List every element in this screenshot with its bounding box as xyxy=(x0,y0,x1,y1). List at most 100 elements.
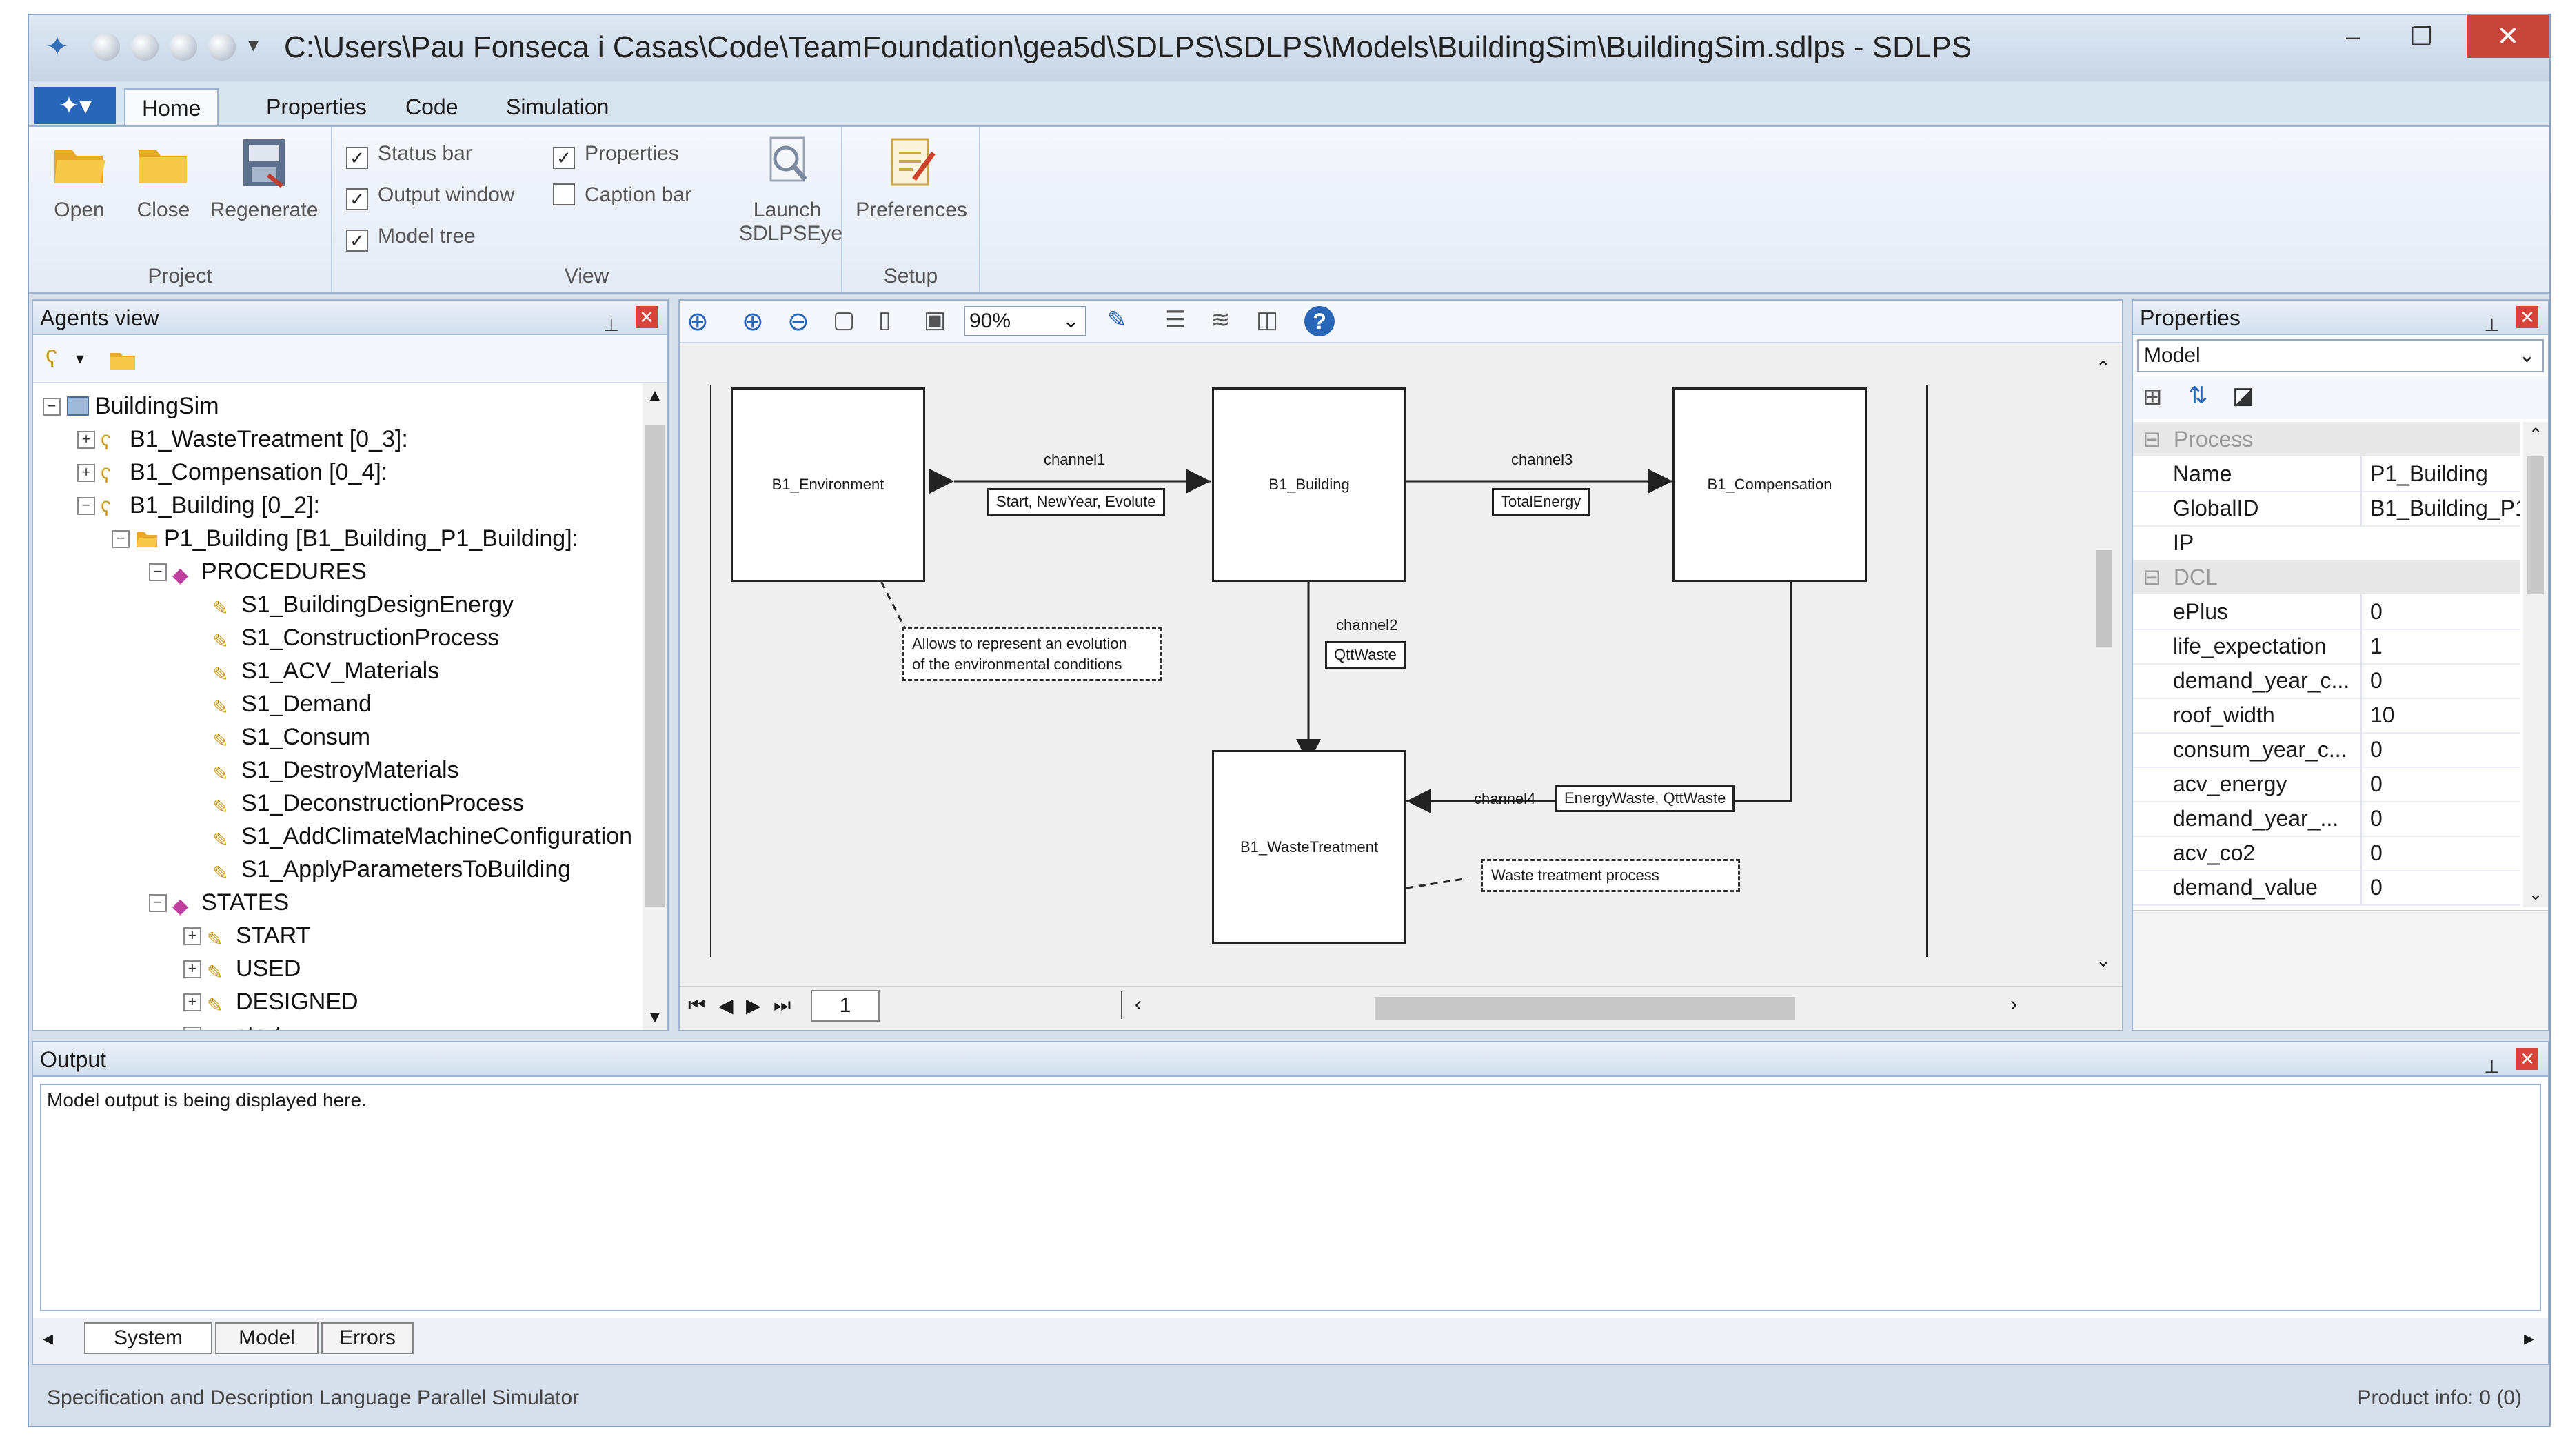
last-page-icon[interactable]: ⏭ xyxy=(774,994,791,1017)
scrollbar-thumb[interactable] xyxy=(2096,550,2112,647)
scroll-up-icon[interactable]: ▲ xyxy=(647,386,663,405)
edit-icon[interactable]: ✎ xyxy=(1107,306,1138,336)
tree-node[interactable]: ✎ S1_Consum xyxy=(212,724,370,751)
close-window-button[interactable]: ✕ xyxy=(2467,15,2549,58)
list-icon[interactable]: ☰ xyxy=(1165,306,1195,336)
collapse-icon[interactable]: − xyxy=(77,497,95,515)
tree-node[interactable]: + ✎ START xyxy=(183,922,310,950)
scroll-right-icon[interactable]: › xyxy=(2010,993,2017,1016)
property-row[interactable]: GlobalIDB1_Building_P1... xyxy=(2133,491,2520,527)
property-row[interactable]: acv_co2 0 xyxy=(2133,836,2520,871)
waste-note[interactable]: Waste treatment process xyxy=(1481,859,1740,892)
dropdown-arrow-icon[interactable]: ▾ xyxy=(76,349,84,369)
folder-icon[interactable] xyxy=(109,349,137,371)
restore-button[interactable]: ❐ xyxy=(2391,15,2453,58)
preferences-button[interactable]: Preferences xyxy=(849,134,973,222)
object-selector[interactable]: Model ⌄ xyxy=(2137,339,2544,372)
tab-errors[interactable]: Errors xyxy=(321,1322,414,1354)
scroll-down-icon[interactable]: ⌄ xyxy=(2529,884,2542,904)
pin-icon[interactable]: ⊥ xyxy=(2484,1049,2500,1084)
tree-node[interactable]: ✎ S1_ACV_Materials xyxy=(212,658,439,685)
quick-access-icon[interactable] xyxy=(170,33,197,61)
tree-node[interactable]: − ◆ STATES xyxy=(149,889,289,918)
scroll-down-icon[interactable]: ▼ xyxy=(647,1008,663,1027)
block-compensation[interactable]: B1_Compensation xyxy=(1672,387,1867,582)
property-row[interactable]: demand_value 0 xyxy=(2133,870,2520,906)
page-tab[interactable]: 1 xyxy=(811,990,880,1022)
tree-node[interactable]: ✎ S1_ApplyParametersToBuilding xyxy=(212,856,571,884)
tree-node[interactable]: + ʕ B1_WasteTreatment [0_3]: xyxy=(77,426,408,454)
model-tree-checkbox[interactable]: ✓ Model tree xyxy=(346,225,476,252)
close-project-button[interactable]: Close xyxy=(125,134,201,222)
expand-icon[interactable]: + xyxy=(77,464,95,482)
channel2-signals[interactable]: QttWaste xyxy=(1325,641,1406,669)
channel3-signals[interactable]: TotalEnergy xyxy=(1492,488,1590,516)
quick-access-icon[interactable] xyxy=(131,33,159,61)
open-button[interactable]: Open xyxy=(41,134,117,222)
scroll-left-icon[interactable]: ‹ xyxy=(1135,993,1142,1016)
scroll-up-icon[interactable]: ⌃ xyxy=(2096,357,2111,378)
channel1-signals[interactable]: Start, NewYear, Evolute xyxy=(987,488,1165,516)
block-environment[interactable]: B1_Environment xyxy=(731,387,925,582)
collapse-icon[interactable]: − xyxy=(149,894,167,912)
regenerate-button[interactable]: Regenerate xyxy=(205,134,323,222)
tab-model[interactable]: Model xyxy=(215,1322,319,1354)
collapse-icon[interactable]: − xyxy=(112,530,130,548)
channel4-signals[interactable]: EnergyWaste, QttWaste xyxy=(1555,785,1735,812)
zoom-page-icon[interactable]: ▣ xyxy=(924,306,954,336)
scroll-up-icon[interactable]: ⌃ xyxy=(2529,425,2542,445)
page-icon[interactable]: ▯ xyxy=(878,306,909,336)
property-row[interactable]: ePlus 0 xyxy=(2133,594,2520,630)
property-row[interactable]: acv_energy 0 xyxy=(2133,767,2520,802)
tree-scrollbar[interactable]: ▲ ▼ xyxy=(643,383,667,1030)
properties-checkbox[interactable]: ✓ Properties xyxy=(553,142,679,169)
property-row[interactable]: roof_width 10 xyxy=(2133,698,2520,734)
caption-bar-checkbox[interactable]: Caption bar xyxy=(553,183,691,207)
tree-node[interactable]: ✎ S1_ConstructionProcess xyxy=(212,625,499,652)
pin-icon[interactable]: ⊥ xyxy=(2484,307,2500,342)
tree-node[interactable]: ✎ S1_DestroyMaterials xyxy=(212,757,459,785)
layers-icon[interactable]: ≋ xyxy=(1211,306,1241,336)
expand-icon[interactable]: + xyxy=(183,1027,201,1030)
tree-node[interactable]: ✎ S1_Demand xyxy=(212,691,372,718)
minimize-button[interactable]: – xyxy=(2322,15,2384,58)
scrollbar-thumb[interactable] xyxy=(645,425,665,907)
tab-code[interactable]: Code xyxy=(389,88,475,125)
tab-simulation[interactable]: Simulation xyxy=(489,88,625,125)
close-panel-icon[interactable]: ✕ xyxy=(2516,306,2538,328)
tree-node[interactable]: +✎start xyxy=(183,1022,281,1030)
block-waste-treatment[interactable]: B1_WasteTreatment xyxy=(1212,750,1406,944)
tree-node[interactable]: + ʕ B1_Compensation [0_4]: xyxy=(77,459,387,487)
environment-note[interactable]: Allows to represent an evolution of the e… xyxy=(902,627,1162,681)
zoom-select[interactable]: 90% ⌄ xyxy=(964,306,1086,336)
property-row[interactable]: Name P1_Building xyxy=(2133,456,2520,492)
tree-node[interactable]: ✎ S1_AddClimateMachineConfiguration xyxy=(212,823,632,851)
tab-properties[interactable]: Properties xyxy=(250,88,383,125)
launch-sdlpseye-button[interactable]: Launch SDLPSEye xyxy=(739,134,842,245)
collapse-icon[interactable]: − xyxy=(149,563,167,581)
next-page-icon[interactable]: ▶ xyxy=(746,994,761,1017)
tree-node[interactable]: + ✎ DESIGNED xyxy=(183,989,358,1016)
sort-alpha-icon[interactable]: ⇅ xyxy=(2188,382,2208,410)
tab-scroll-left-icon[interactable]: ◂ xyxy=(43,1326,53,1351)
tree-node[interactable]: − ◆ PROCEDURES xyxy=(149,558,367,587)
zoom-in-icon[interactable]: ⊕ xyxy=(742,306,772,336)
property-row[interactable]: demand_year_c... 0 xyxy=(2133,663,2520,699)
app-menu-button[interactable]: ✦▾ xyxy=(34,87,116,124)
zoom-out-icon[interactable]: ⊖ xyxy=(787,306,818,336)
diagram-vscrollbar[interactable]: ⌃ ⌄ xyxy=(2086,343,2122,984)
layout-icon[interactable]: ◫ xyxy=(1256,306,1286,336)
collapse-icon[interactable]: ⊟ xyxy=(2143,427,2161,452)
property-row[interactable]: IP xyxy=(2133,525,2520,561)
scroll-down-icon[interactable]: ⌄ xyxy=(2096,950,2111,971)
expand-icon[interactable]: + xyxy=(183,993,201,1011)
expand-icon[interactable]: + xyxy=(183,960,201,978)
category-dcl[interactable]: ⊟ DCL xyxy=(2133,560,2520,594)
output-text-area[interactable]: Model output is being displayed here. xyxy=(40,1084,2541,1311)
globe-icon[interactable]: ⊕ xyxy=(687,306,717,336)
collapse-icon[interactable]: ⊟ xyxy=(2143,565,2161,589)
property-pages-icon[interactable]: ◪ xyxy=(2232,382,2254,410)
tab-system[interactable]: System xyxy=(84,1322,212,1354)
expand-icon[interactable]: + xyxy=(77,431,95,449)
fit-page-icon[interactable]: ▢ xyxy=(833,306,863,336)
